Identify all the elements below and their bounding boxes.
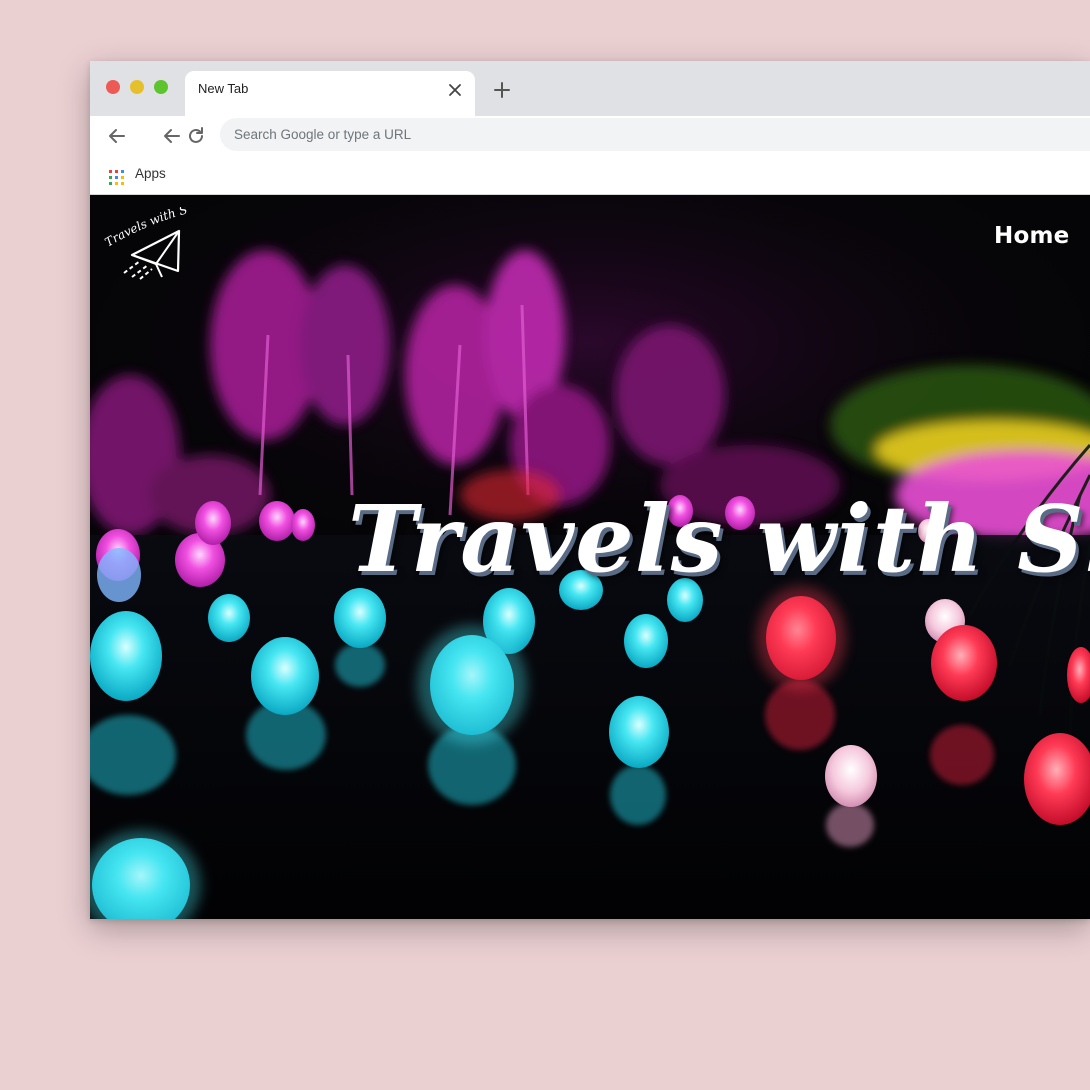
reload-icon[interactable] — [185, 125, 207, 147]
back-arrow-icon[interactable] — [106, 125, 128, 147]
tab-strip: New Tab — [90, 61, 1090, 116]
hero-title: Travels with Sky — [348, 485, 1090, 593]
bookmarks-bar: Apps — [90, 156, 1090, 195]
toolbar: Search Google or type a URL — [90, 116, 1090, 156]
bookmark-apps[interactable]: Apps — [135, 166, 166, 181]
close-icon[interactable] — [447, 82, 463, 98]
maximize-window-button[interactable] — [154, 80, 168, 94]
close-window-button[interactable] — [106, 80, 120, 94]
address-placeholder: Search Google or type a URL — [234, 127, 412, 142]
address-bar[interactable]: Search Google or type a URL — [220, 118, 1090, 151]
browser-window: New Tab Search Google or type a URL Apps… — [90, 61, 1090, 919]
forward-arrow-icon[interactable] — [161, 125, 183, 147]
nav-home-link[interactable]: Home — [994, 223, 1069, 249]
tab-new-tab[interactable]: New Tab — [185, 71, 475, 116]
web-page: Travels with Sky Home Travels with Sky — [90, 195, 1090, 919]
tab-title: New Tab — [198, 81, 249, 96]
site-logo-paper-plane[interactable]: Travels with Sky — [104, 207, 194, 287]
svg-text:Travels with Sky: Travels with Sky — [104, 207, 189, 250]
minimize-window-button[interactable] — [130, 80, 144, 94]
apps-grid-icon[interactable] — [108, 169, 126, 187]
new-tab-plus-icon[interactable] — [493, 81, 511, 99]
